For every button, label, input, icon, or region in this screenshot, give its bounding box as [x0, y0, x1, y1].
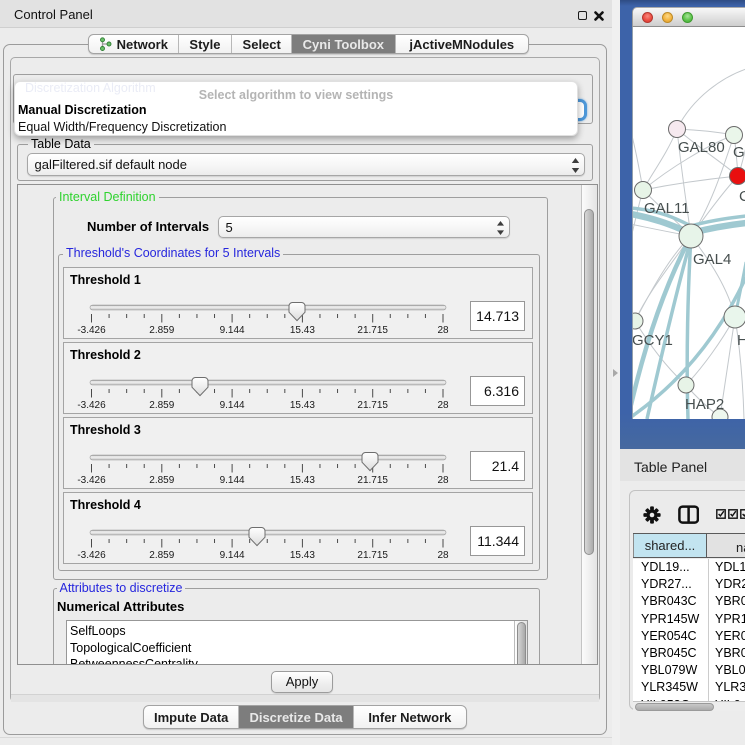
svg-text:HAP2: HAP2 [685, 396, 724, 413]
svg-text:GAL11: GAL11 [644, 200, 690, 217]
svg-text:GAL80: GAL80 [678, 139, 725, 156]
svg-text:H: H [737, 332, 745, 349]
svg-text:GAL4: GAL4 [693, 251, 731, 268]
svg-text:GCY1: GCY1 [633, 332, 673, 349]
svg-text:G.: G. [733, 144, 745, 161]
svg-text:C: C [739, 188, 745, 205]
